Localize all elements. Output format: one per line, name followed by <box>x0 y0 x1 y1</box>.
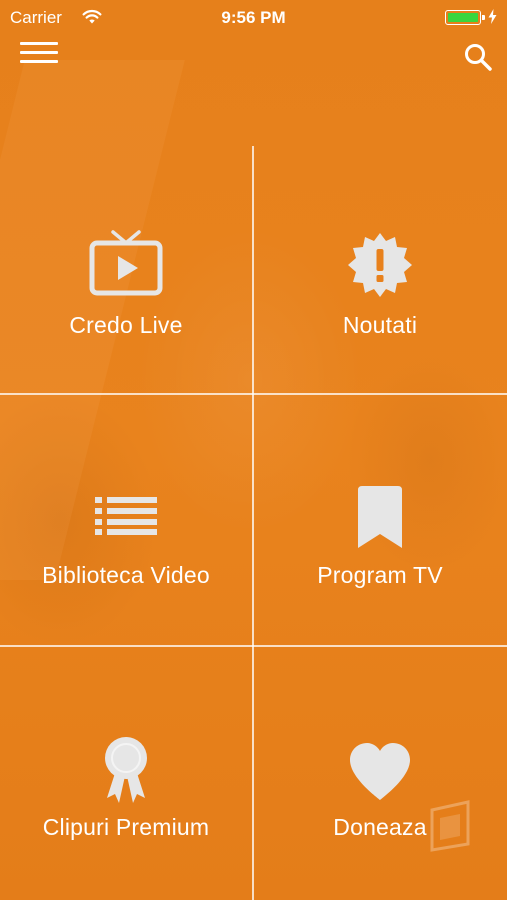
tile-clipuri-premium[interactable]: Clipuri Premium <box>0 648 252 898</box>
tile-label: Biblioteca Video <box>42 562 210 588</box>
main-menu-grid: Credo Live Noutati Biblioteca Video Prog… <box>0 146 507 900</box>
search-icon[interactable] <box>463 42 493 72</box>
alert-badge-icon <box>348 233 412 297</box>
tile-label: Credo Live <box>69 312 183 338</box>
logo-watermark-icon <box>430 800 470 852</box>
clock: 9:56 PM <box>221 8 286 27</box>
tile-noutati[interactable]: Noutati <box>254 146 506 396</box>
tile-credo-live[interactable]: Credo Live <box>0 146 252 396</box>
tile-label: Noutati <box>342 312 418 338</box>
tile-program-tv[interactable]: Program TV <box>254 396 506 646</box>
tile-label: Clipuri Premium <box>42 814 210 840</box>
menu-button[interactable] <box>20 42 60 66</box>
bookmark-icon <box>358 486 402 548</box>
tile-label: Program TV <box>317 562 443 588</box>
tile-doneaza[interactable]: Doneaza <box>254 648 506 898</box>
tv-play-icon <box>89 230 163 296</box>
heart-icon <box>350 743 410 800</box>
charging-bolt-icon <box>488 9 497 24</box>
award-ribbon-icon <box>105 737 147 803</box>
hamburger-menu-icon <box>20 42 58 45</box>
status-bar: Carrier 9:56 PM <box>0 0 507 36</box>
tile-biblioteca-video[interactable]: Biblioteca Video <box>0 396 252 646</box>
list-icon <box>95 497 157 535</box>
battery-icon <box>445 10 485 25</box>
